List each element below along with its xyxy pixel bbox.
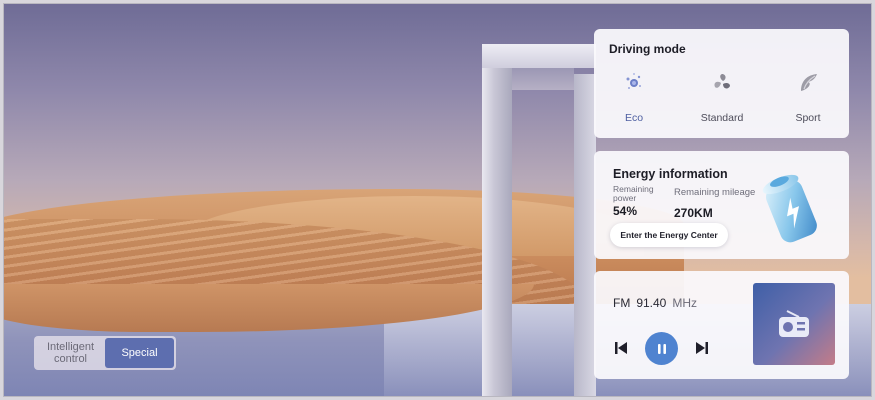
pause-button[interactable] xyxy=(645,332,678,365)
special-tab[interactable]: Special xyxy=(105,338,174,368)
next-icon[interactable] xyxy=(695,341,709,355)
previous-icon[interactable] xyxy=(614,341,628,355)
mode-eco-label: Eco xyxy=(624,112,644,124)
radio-unit: MHz xyxy=(672,296,698,310)
sport-leaf-icon xyxy=(801,74,817,91)
radio-frequency-value: 91.40 xyxy=(636,296,667,310)
radio-frequency: FM 91.40 MHz xyxy=(613,296,703,310)
mode-segment-control: Intelligent control Special xyxy=(34,336,176,370)
radio-card: FM 91.40 MHz xyxy=(594,271,849,379)
background-arch-reflection xyxy=(512,68,574,90)
pause-icon xyxy=(657,343,666,354)
energy-information-title: Energy information xyxy=(613,167,728,181)
driving-mode-title: Driving mode xyxy=(609,42,686,56)
background-arch-beam xyxy=(482,44,596,68)
eco-sparkle-icon xyxy=(626,73,641,89)
mode-sport-button[interactable]: Sport xyxy=(778,71,838,124)
battery-bolt-icon xyxy=(762,174,817,243)
mode-standard-label: Standard xyxy=(700,112,744,124)
radio-artwork xyxy=(753,283,835,365)
intelligent-control-tab[interactable]: Intelligent control xyxy=(36,338,105,368)
radio-icon xyxy=(779,310,809,337)
driving-mode-card: Driving mode Eco Standard Sport xyxy=(594,29,849,138)
radio-band: FM xyxy=(613,296,631,310)
remaining-power-value: 54% xyxy=(613,204,638,218)
mode-standard-button[interactable]: Standard xyxy=(692,71,752,124)
car-display: Intelligent control Special Driving mode… xyxy=(3,3,872,397)
remaining-mileage-label: Remaining mileage xyxy=(674,187,756,198)
background-arch-pillar xyxy=(574,74,596,396)
remaining-power-label: Remaining power xyxy=(613,184,654,203)
mode-sport-label: Sport xyxy=(795,112,821,124)
remaining-mileage-value: 270KM xyxy=(674,206,713,220)
mode-eco-button[interactable]: Eco xyxy=(604,71,664,124)
enter-energy-center-button[interactable]: Enter the Energy Center xyxy=(610,223,728,247)
background-arch-pillar xyxy=(482,52,512,396)
standard-swirl-icon xyxy=(714,74,730,89)
energy-information-card: Energy information Remaining power 54% R… xyxy=(594,151,849,259)
